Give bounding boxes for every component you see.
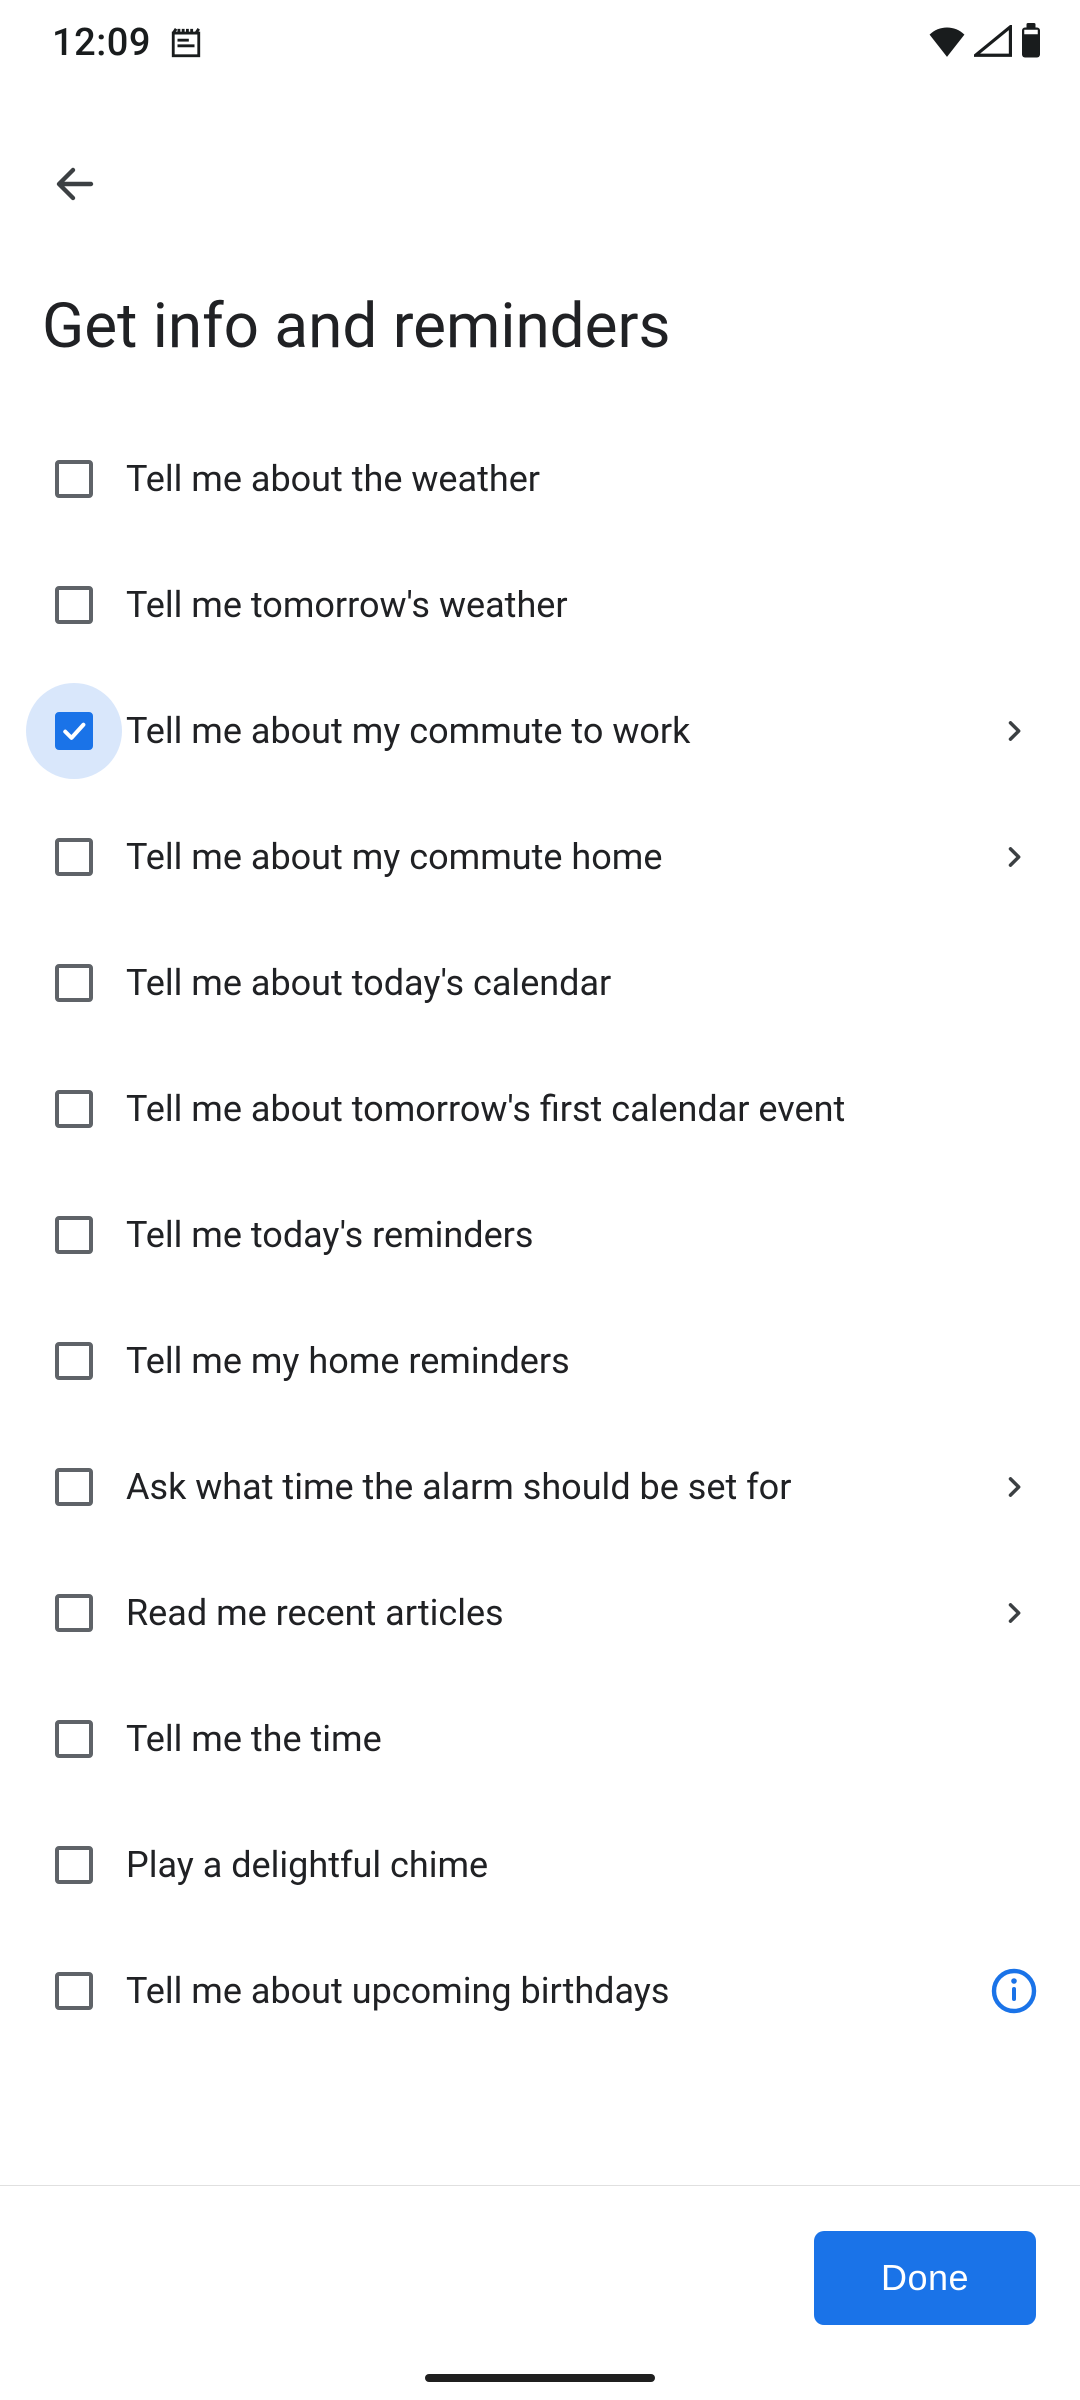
option-label: Tell me about tomorrow's first calendar …	[122, 1088, 984, 1130]
option-label: Tell me tomorrow's weather	[122, 584, 984, 626]
option-row[interactable]: Tell me today's reminders	[0, 1172, 1080, 1298]
checkbox-wrap[interactable]	[26, 683, 122, 779]
checkbox[interactable]	[55, 1972, 93, 2010]
option-label: Play a delightful chime	[122, 1844, 984, 1886]
checkbox-wrap[interactable]	[26, 1817, 122, 1913]
status-clock: 12:09	[52, 21, 151, 65]
chevron-right-icon[interactable]	[984, 1599, 1044, 1627]
back-button[interactable]	[40, 150, 110, 220]
checkbox-wrap[interactable]	[26, 809, 122, 905]
option-row[interactable]: Tell me about my commute home	[0, 794, 1080, 920]
checkbox-wrap[interactable]	[26, 1439, 122, 1535]
checkbox[interactable]	[55, 964, 93, 1002]
checkbox[interactable]	[55, 586, 93, 624]
checkbox[interactable]	[55, 1846, 93, 1884]
wifi-icon	[928, 25, 966, 61]
calendar-status-icon	[169, 26, 203, 60]
checkbox[interactable]	[55, 1216, 93, 1254]
done-button[interactable]: Done	[814, 2231, 1036, 2325]
signal-icon	[974, 25, 1012, 61]
option-label: Tell me about upcoming birthdays	[122, 1970, 984, 2012]
footer-bar: Done	[0, 2185, 1080, 2400]
checkbox[interactable]	[55, 712, 93, 750]
checkbox[interactable]	[55, 1594, 93, 1632]
checkbox[interactable]	[55, 1342, 93, 1380]
checkbox-wrap[interactable]	[26, 935, 122, 1031]
checkbox-wrap[interactable]	[26, 1565, 122, 1661]
option-row[interactable]: Read me recent articles	[0, 1550, 1080, 1676]
option-label: Tell me about the weather	[122, 458, 984, 500]
checkbox-wrap[interactable]	[26, 1691, 122, 1787]
option-label: Tell me today's reminders	[122, 1214, 984, 1256]
option-row[interactable]: Tell me about my commute to work	[0, 668, 1080, 794]
option-label: Tell me about my commute to work	[122, 710, 984, 752]
checkbox-wrap[interactable]	[26, 1313, 122, 1409]
option-label: Tell me about today's calendar	[122, 962, 984, 1004]
checkbox[interactable]	[55, 1090, 93, 1128]
battery-icon	[1020, 23, 1042, 63]
option-row[interactable]: Tell me about the weather	[0, 416, 1080, 542]
chevron-right-icon[interactable]	[984, 717, 1044, 745]
app-bar	[0, 135, 1080, 235]
checkbox-wrap[interactable]	[26, 557, 122, 653]
option-label: Ask what time the alarm should be set fo…	[122, 1466, 984, 1508]
option-row[interactable]: Tell me about upcoming birthdays	[0, 1928, 1080, 2054]
page-title: Get info and reminders	[42, 290, 671, 363]
options-list: Tell me about the weather Tell me tomorr…	[0, 416, 1080, 2054]
option-row[interactable]: Tell me my home reminders	[0, 1298, 1080, 1424]
checkbox[interactable]	[55, 838, 93, 876]
checkbox-wrap[interactable]	[26, 1187, 122, 1283]
checkbox-wrap[interactable]	[26, 1943, 122, 2039]
option-row[interactable]: Tell me about today's calendar	[0, 920, 1080, 1046]
option-row[interactable]: Tell me about tomorrow's first calendar …	[0, 1046, 1080, 1172]
option-label: Tell me my home reminders	[122, 1340, 984, 1382]
chevron-right-icon[interactable]	[984, 843, 1044, 871]
nav-handle	[425, 2374, 655, 2382]
checkbox-wrap[interactable]	[26, 431, 122, 527]
option-row[interactable]: Tell me the time	[0, 1676, 1080, 1802]
option-label: Read me recent articles	[122, 1592, 984, 1634]
chevron-right-icon[interactable]	[984, 1473, 1044, 1501]
checkbox[interactable]	[55, 1468, 93, 1506]
option-label: Tell me about my commute home	[122, 836, 984, 878]
info-icon[interactable]	[984, 1967, 1044, 2015]
option-row[interactable]: Ask what time the alarm should be set fo…	[0, 1424, 1080, 1550]
checkbox[interactable]	[55, 460, 93, 498]
status-bar: 12:09	[0, 0, 1080, 85]
arrow-back-icon	[51, 160, 99, 211]
checkbox[interactable]	[55, 1720, 93, 1758]
option-label: Tell me the time	[122, 1718, 984, 1760]
option-row[interactable]: Play a delightful chime	[0, 1802, 1080, 1928]
option-row[interactable]: Tell me tomorrow's weather	[0, 542, 1080, 668]
checkbox-wrap[interactable]	[26, 1061, 122, 1157]
